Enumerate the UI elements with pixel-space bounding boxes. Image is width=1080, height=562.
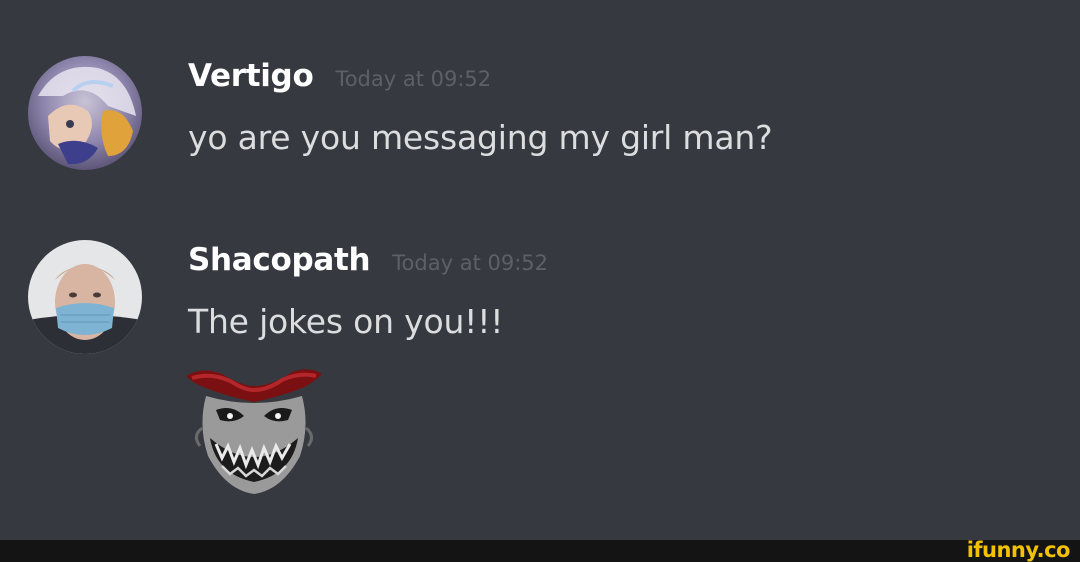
chat-message: Shacopath Today at 09:52 The jokes on yo… bbox=[0, 236, 1080, 506]
ifunny-watermark: ifunny.co bbox=[966, 538, 1071, 562]
timestamp: Today at 09:52 bbox=[392, 251, 549, 275]
timestamp: Today at 09:52 bbox=[335, 67, 492, 91]
username[interactable]: Vertigo bbox=[188, 58, 314, 94]
masked-person-avatar-icon bbox=[28, 240, 142, 354]
avatar[interactable] bbox=[28, 56, 142, 170]
chat-message-list: Vertigo Today at 09:52 yo are you messag… bbox=[0, 0, 1080, 540]
message-header: Shacopath Today at 09:52 bbox=[188, 242, 548, 286]
watermark-bar: ifunny.co bbox=[0, 538, 1080, 562]
chat-message: Vertigo Today at 09:52 yo are you messag… bbox=[0, 52, 1080, 192]
anime-character-avatar-icon bbox=[28, 56, 142, 170]
message-header: Vertigo Today at 09:52 bbox=[188, 58, 491, 102]
grinning-jester-emoji-icon bbox=[186, 369, 322, 494]
emoji-attachment[interactable] bbox=[182, 366, 326, 502]
avatar[interactable] bbox=[28, 240, 142, 354]
message-content: The jokes on you!!! bbox=[188, 302, 504, 341]
message-content: yo are you messaging my girl man? bbox=[188, 118, 773, 157]
username[interactable]: Shacopath bbox=[188, 242, 371, 278]
